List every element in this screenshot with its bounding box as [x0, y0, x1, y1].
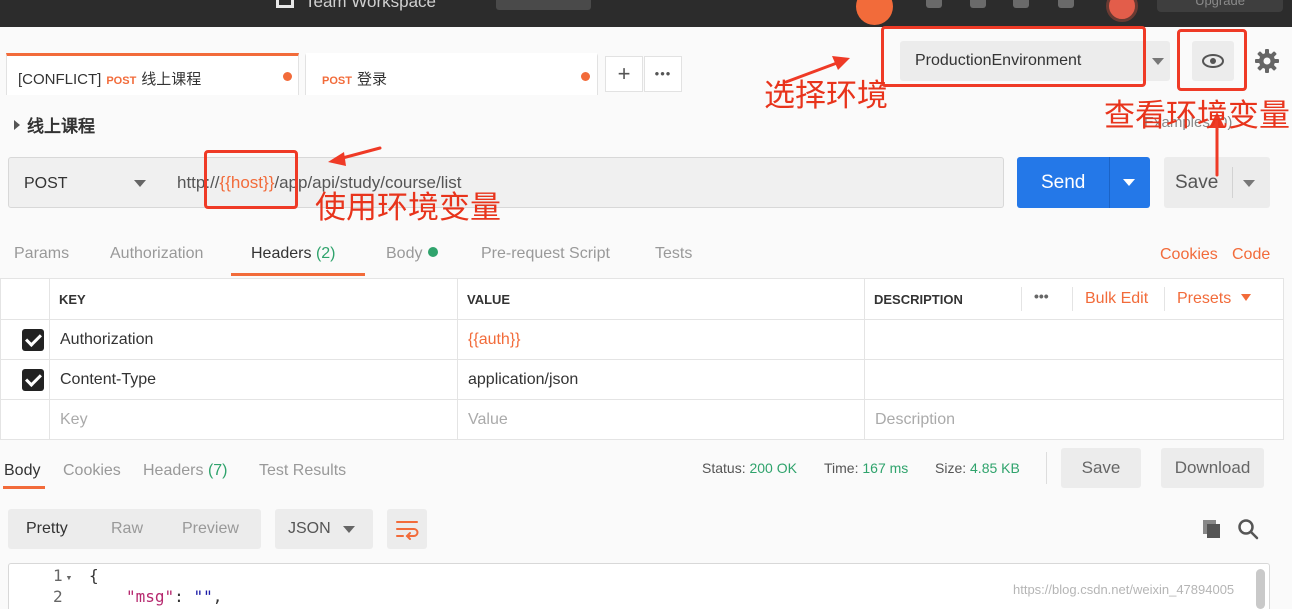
- annotation-use-environment: 使用环境变量: [315, 190, 501, 226]
- annotation-view-environment: 查看环境变量: [1104, 98, 1290, 134]
- annotation-select-environment: 选择环境: [764, 78, 888, 114]
- watermark: https://blog.csdn.net/weixin_47894005: [1013, 582, 1235, 597]
- annotation-arrows: [328, 56, 1225, 177]
